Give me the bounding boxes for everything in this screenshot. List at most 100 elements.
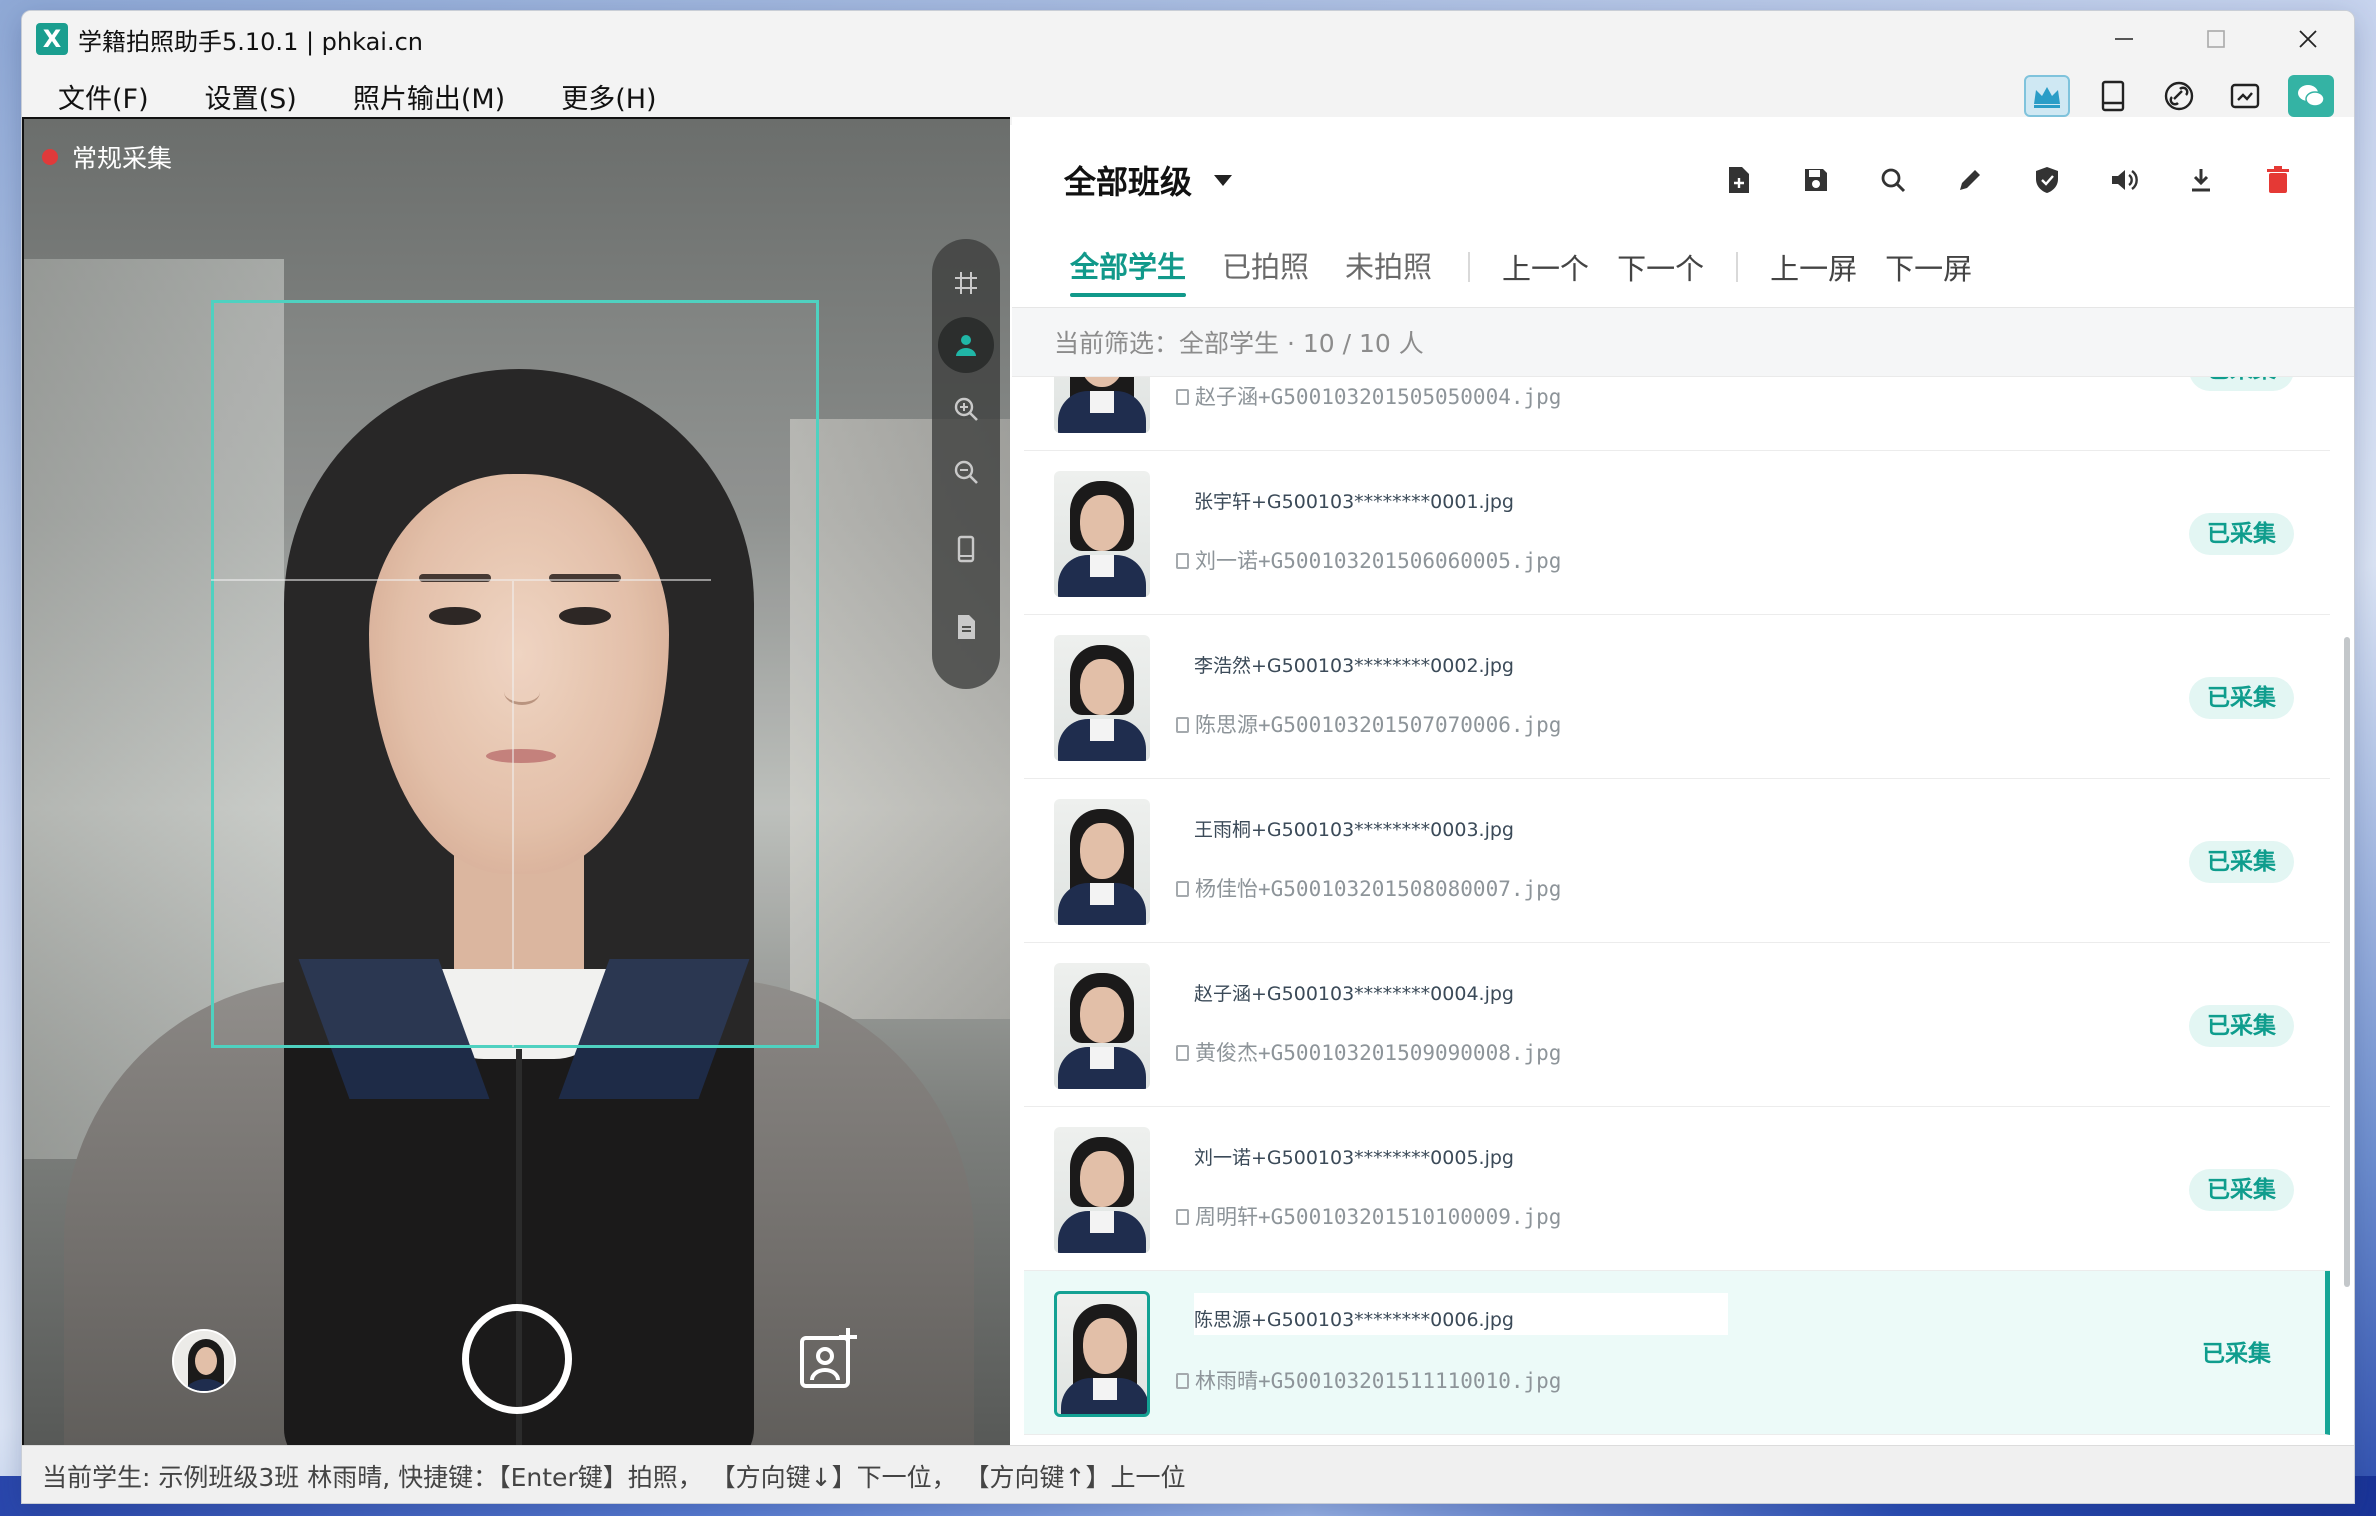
menu-settings[interactable]: 设置(S)	[205, 77, 297, 116]
status-bar: 当前学生: 示例班级3班 林雨晴, 快捷键：【Enter键】拍照， 【方向键↓】…	[22, 1445, 2354, 1503]
menu-file[interactable]: 文件(F)	[58, 77, 149, 116]
file-name-text: 林雨晴+G500103201511110010.jpg	[1195, 1369, 1562, 1393]
tab-not-photographed[interactable]: 未拍照	[1327, 237, 1450, 297]
capture-mode-label: 常规采集	[42, 139, 172, 175]
list-item[interactable]: 王雨桐+G500103********0003.jpg 杨佳怡+G5001032…	[1024, 779, 2330, 943]
student-id-line: 陈思源+G500103********0006.jpg	[1194, 1293, 1728, 1335]
file-name: 林雨晴+G500103201511110010.jpg	[1176, 1365, 1561, 1395]
search-icon	[1881, 168, 1905, 193]
menu-more[interactable]: 更多(H)	[561, 77, 656, 116]
zoom-in-button[interactable]	[938, 381, 994, 437]
list-item[interactable]: 赵子涵+G500103201505050004.jpg 已采集	[1024, 377, 2330, 451]
student-thumbnail	[1054, 1127, 1150, 1253]
close-icon	[2299, 30, 2317, 48]
tab-all-students[interactable]: 全部学生	[1052, 237, 1204, 297]
shield-button[interactable]	[2008, 157, 2085, 203]
chevron-down-icon	[1214, 174, 1233, 186]
list-item-selected[interactable]: 陈思源+G500103********0006.jpg 林雨晴+G5001032…	[1024, 1271, 2330, 1435]
capture-mode-text: 常规采集	[72, 144, 173, 173]
add-photo-button[interactable]	[794, 1324, 864, 1394]
maximize-button[interactable]	[2170, 11, 2262, 67]
status-badge: 已采集	[2202, 1341, 2271, 1367]
edit-button[interactable]	[1931, 157, 2008, 203]
next-page-button[interactable]: 下一屏	[1871, 246, 1986, 288]
person-icon	[956, 335, 976, 356]
save-button[interactable]	[1777, 157, 1854, 203]
file-name: 陈思源+G500103201507070006.jpg	[1176, 709, 1561, 739]
file-icon	[1176, 717, 1189, 733]
tab-photographed[interactable]: 已拍照	[1204, 237, 1327, 297]
zoom-out-button[interactable]	[938, 444, 994, 500]
speaker-icon	[2111, 170, 2138, 190]
student-id-line: 王雨桐+G500103********0003.jpg	[1194, 815, 1514, 842]
status-badge: 已采集	[2189, 841, 2294, 883]
document-icon	[958, 615, 975, 639]
top-toolbar	[2024, 75, 2334, 117]
previous-page-button[interactable]: 上一屏	[1756, 246, 1871, 288]
record-dot-icon	[42, 149, 58, 165]
student-thumbnail	[1054, 963, 1150, 1089]
file-name-text: 赵子涵+G500103201505050004.jpg	[1195, 385, 1562, 409]
previous-button[interactable]: 上一个	[1488, 246, 1603, 288]
tablet-button[interactable]	[2090, 75, 2136, 117]
list-item[interactable]: 刘一诺+G500103********0005.jpg 周明轩+G5001032…	[1024, 1107, 2330, 1271]
trash-icon	[2266, 166, 2289, 193]
status-badge: 已采集	[2189, 677, 2294, 719]
pencil-icon	[1959, 170, 1980, 190]
speaker-button[interactable]	[2085, 157, 2162, 203]
student-thumbnail	[1054, 1291, 1150, 1417]
close-button[interactable]	[2262, 11, 2354, 67]
eye-guide-line	[211, 579, 711, 581]
student-panel: 全部班级 全部学生 已拍照 未拍照 上一个 下一个 上一屏 下一屏 当前筛选：全…	[1012, 117, 2354, 1445]
shutter-inner-ring	[477, 1319, 557, 1399]
file-name-text: 刘一诺+G500103201506060005.jpg	[1195, 549, 1562, 573]
delete-button[interactable]	[2239, 157, 2316, 203]
search-button[interactable]	[1854, 157, 1931, 203]
student-id-line: 张宇轩+G500103********0001.jpg	[1194, 487, 1514, 514]
student-id-line: 刘一诺+G500103********0005.jpg	[1194, 1143, 1514, 1170]
list-scrollbar[interactable]	[2344, 637, 2350, 1287]
app-window: X 学籍拍照助手5.10.1 | phkai.cn 文件(F) 设置(S) 照片…	[21, 10, 2355, 1504]
grid-button[interactable]	[938, 255, 994, 311]
shutter-button[interactable]	[462, 1304, 572, 1414]
add-portrait-icon	[800, 1328, 857, 1388]
window-title: 学籍拍照助手5.10.1 | phkai.cn	[78, 27, 424, 56]
student-list[interactable]: 赵子涵+G500103201505050004.jpg 已采集 张宇轩+G500…	[1012, 377, 2354, 1437]
status-badge: 已采集	[2189, 1169, 2294, 1211]
class-dropdown-value: 全部班级	[1064, 163, 1193, 201]
person-outline-button[interactable]	[938, 317, 994, 373]
download-icon	[2191, 169, 2210, 192]
wechat-button[interactable]	[2288, 75, 2334, 117]
document-button[interactable]	[938, 599, 994, 655]
crop-frame[interactable]	[211, 300, 819, 1048]
phone-button[interactable]	[938, 521, 994, 577]
minimize-icon	[2115, 38, 2133, 40]
current-student-avatar[interactable]	[172, 1329, 236, 1393]
link-button[interactable]	[2156, 75, 2202, 117]
add-file-button[interactable]	[1700, 157, 1777, 203]
file-name: 刘一诺+G500103201506060005.jpg	[1176, 545, 1561, 575]
menu-photo-output[interactable]: 照片输出(M)	[353, 77, 505, 116]
camera-preview[interactable]: 常规采集	[22, 117, 1010, 1445]
filter-status: 当前筛选：全部学生 · 10 / 10 人	[1012, 307, 2354, 377]
image-sync-button[interactable]	[2222, 75, 2268, 117]
file-icon	[1176, 1373, 1189, 1389]
minimize-button[interactable]	[2078, 11, 2170, 67]
tab-divider	[1468, 252, 1471, 282]
next-button[interactable]: 下一个	[1603, 246, 1718, 288]
list-item[interactable]: 张宇轩+G500103********0001.jpg 刘一诺+G5001032…	[1024, 451, 2330, 615]
student-id-line: 赵子涵+G500103********0004.jpg	[1194, 979, 1514, 1006]
zoom-out-icon	[954, 460, 978, 484]
shield-check-icon	[2035, 167, 2058, 193]
download-button[interactable]	[2162, 157, 2239, 203]
class-dropdown[interactable]: 全部班级	[1064, 157, 1233, 203]
list-item[interactable]: 赵子涵+G500103********0004.jpg 黄俊杰+G5001032…	[1024, 943, 2330, 1107]
list-item[interactable]: 李浩然+G500103********0002.jpg 陈思源+G5001032…	[1024, 615, 2330, 779]
file-name: 黄俊杰+G500103201509090008.jpg	[1176, 1037, 1561, 1067]
crown-button[interactable]	[2024, 75, 2070, 117]
student-thumbnail	[1054, 799, 1150, 925]
camera-side-toolbar	[932, 239, 1000, 689]
file-add-icon	[1728, 167, 1749, 193]
panel-action-toolbar	[1700, 157, 2316, 203]
tablet-icon	[2101, 80, 2125, 112]
